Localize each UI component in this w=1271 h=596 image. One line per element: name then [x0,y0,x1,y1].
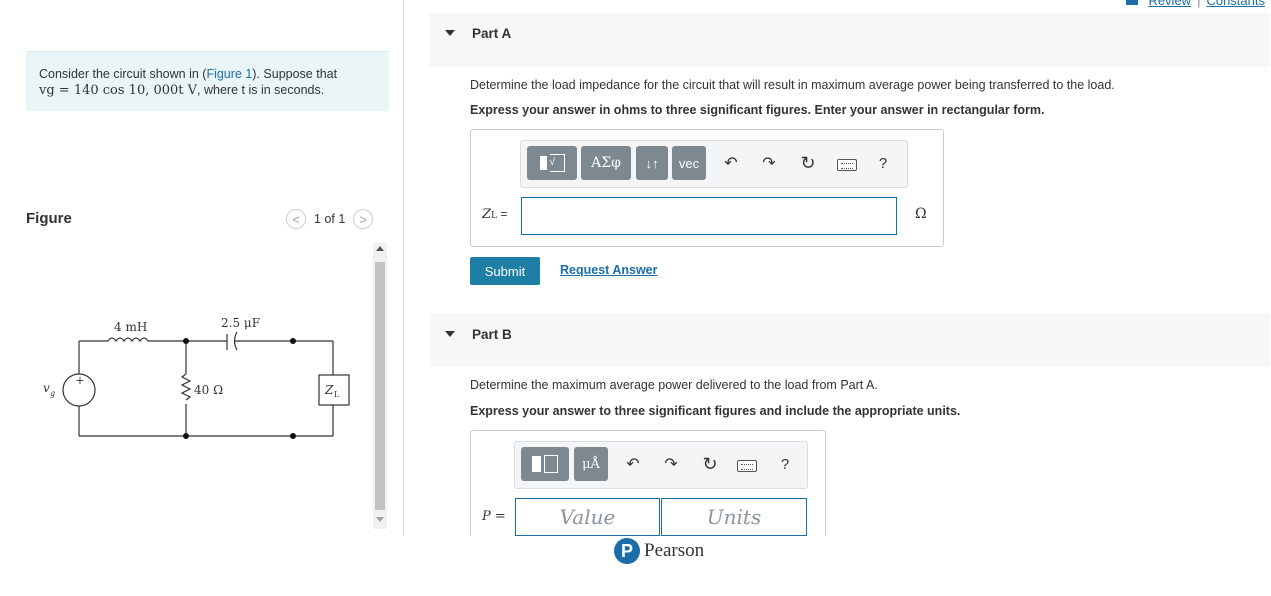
part-a-header[interactable] [430,13,1270,67]
redo-icon[interactable]: ↷ [759,153,779,173]
node-dot [183,338,189,344]
part-a-question: Determine the load impedance for the cir… [470,78,1115,92]
ohm-unit-label: Ω [915,206,927,222]
part-b-title[interactable]: Part B [472,327,512,342]
book-icon [1126,0,1139,5]
fraction-sqrt-icon: √ [539,154,565,172]
submit-button[interactable]: Submit [470,257,540,285]
column-divider [403,0,404,536]
capacitor-label: 2.5 μF [221,316,260,330]
part-a-input-label-eq: = [497,207,508,221]
keyboard-icon[interactable] [737,460,757,472]
circuit-diagram: 4 mH 2.5 μF 40 Ω + v g Z L [43,316,350,439]
templates-button[interactable]: √ [527,146,577,180]
keyboard-icon[interactable] [837,159,857,171]
source-equation: vg = 140 cos 10, 000t V [39,83,198,98]
load-label-sub: L [334,390,340,399]
subscript-superscript-button[interactable]: ↓↑ [636,146,668,180]
plus-label: + [75,374,84,387]
undo-icon[interactable]: ↶ [721,153,741,173]
pearson-logo-icon: P [614,538,640,564]
pearson-brand: Pearson [644,540,705,561]
node-dot [290,433,296,439]
source-label: v [43,381,50,395]
inductor-symbol [107,337,149,343]
templates-button[interactable] [521,447,569,481]
part-b-header[interactable] [430,313,1270,367]
prev-figure-button[interactable]: < [286,209,306,229]
units-button[interactable]: μÅ [574,447,608,481]
vector-button[interactable]: vec [672,146,706,180]
reset-icon[interactable]: ↻ [699,453,721,475]
top-links-separator: | [1197,0,1201,8]
constants-link[interactable]: Constants [1206,0,1265,8]
part-a-input-label-main: Z [482,207,492,222]
part-b-input-label: P = [482,508,506,524]
figure-heading: Figure [26,210,72,227]
redo-icon[interactable]: ↷ [661,454,681,474]
top-links: Review | Constants [1126,0,1265,8]
scroll-down-icon[interactable] [376,517,384,522]
request-answer-link[interactable]: Request Answer [560,263,657,277]
scroll-up-icon[interactable] [376,246,384,251]
problem-text-2: ). Suppose that [252,67,338,81]
reset-icon[interactable]: ↻ [797,152,819,174]
node-dot [183,433,189,439]
problem-statement: Consider the circuit shown in (Figure 1)… [26,51,389,111]
help-icon[interactable]: ? [873,153,893,173]
templates-icon [532,455,558,473]
caret-down-icon[interactable] [445,30,455,36]
figure-scrollbar-thumb[interactable] [375,262,385,510]
inductor-label: 4 mH [114,320,147,334]
part-b-question: Determine the maximum average power deli… [470,378,878,392]
part-a-input-label: ZL = [482,207,507,222]
figure-link[interactable]: Figure 1 [206,67,252,81]
figure-pager: < 1 of 1 > [286,209,374,229]
caret-down-icon[interactable] [445,331,455,337]
load-label: Z [324,383,334,397]
pearson-logo: P Pearson [614,538,704,564]
problem-text-1: Consider the circuit shown in ( [39,67,207,81]
content-cutoff [404,536,1271,596]
review-link[interactable]: Review [1148,0,1191,8]
source-label-sub: g [50,389,55,398]
greek-symbols-button[interactable]: ΑΣφ [581,146,631,180]
impedance-input[interactable] [521,197,897,235]
power-value-input[interactable]: Value [515,498,660,536]
help-icon[interactable]: ? [775,454,795,474]
power-units-input[interactable]: Units [661,498,807,536]
resistor-label: 40 Ω [194,383,223,397]
problem-text-3: , where t is in seconds. [197,83,325,97]
part-a-instruction: Express your answer in ohms to three sig… [470,103,1045,117]
figure-page-indicator: 1 of 1 [314,212,346,226]
chevron-left-icon: < [292,211,300,227]
undo-icon[interactable]: ↶ [623,454,643,474]
chevron-right-icon: > [359,211,368,227]
power-label: P = [482,509,506,524]
next-figure-button[interactable]: > [353,209,374,229]
part-a-title[interactable]: Part A [472,26,511,41]
part-b-instruction: Express your answer to three significant… [470,404,961,418]
resistor-symbol [180,373,192,401]
node-dot [290,338,296,344]
